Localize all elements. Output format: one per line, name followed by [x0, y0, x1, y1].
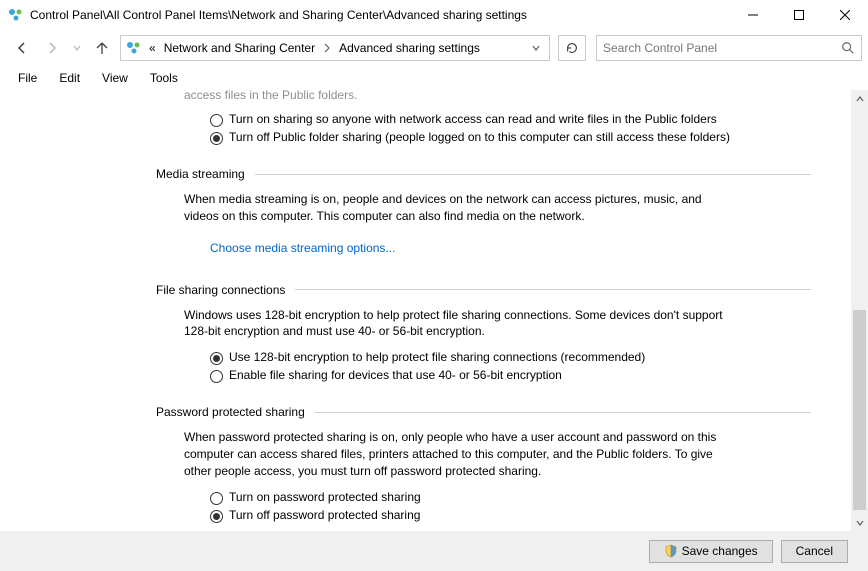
window-title: Control Panel\All Control Panel Items\Ne… — [30, 8, 527, 22]
menu-edit[interactable]: Edit — [49, 69, 90, 87]
address-dropdown-icon[interactable] — [527, 43, 545, 53]
truncated-text: access files in the Public folders. — [184, 90, 811, 102]
divider — [315, 412, 811, 413]
radio-icon[interactable] — [210, 352, 223, 365]
nav-row: « Network and Sharing Center Advanced sh… — [0, 30, 868, 66]
address-bar[interactable]: « Network and Sharing Center Advanced sh… — [120, 35, 550, 61]
password-sharing-on-option[interactable]: Turn on password protected sharing — [210, 490, 750, 505]
window-controls — [730, 0, 868, 30]
content-area: access files in the Public folders. Turn… — [0, 90, 868, 531]
media-streaming-options-link[interactable]: Choose media streaming options... — [210, 241, 395, 255]
radio-icon[interactable] — [210, 132, 223, 145]
back-button[interactable] — [10, 36, 34, 60]
section-title: File sharing connections — [156, 283, 285, 297]
radio-icon[interactable] — [210, 370, 223, 383]
media-streaming-desc: When media streaming is on, people and d… — [184, 191, 724, 225]
minimize-button[interactable] — [730, 0, 776, 30]
radio-icon[interactable] — [210, 114, 223, 127]
breadcrumb-part[interactable]: Advanced sharing settings — [337, 41, 482, 55]
public-sharing-on-option[interactable]: Turn on sharing so anyone with network a… — [210, 112, 750, 127]
radio-icon[interactable] — [210, 492, 223, 505]
up-button[interactable] — [90, 36, 114, 60]
save-changes-button[interactable]: Save changes — [649, 540, 773, 563]
public-sharing-off-option[interactable]: Turn off Public folder sharing (people l… — [210, 130, 750, 145]
footer: Save changes Cancel — [0, 531, 868, 571]
breadcrumb-prefix[interactable]: « — [147, 41, 158, 55]
radio-icon[interactable] — [210, 510, 223, 523]
divider — [295, 289, 811, 290]
refresh-button[interactable] — [558, 35, 586, 61]
radio-label: Turn off password protected sharing — [229, 508, 420, 522]
radio-label: Use 128-bit encryption to help protect f… — [229, 350, 645, 364]
search-icon[interactable] — [841, 41, 855, 55]
titlebar: Control Panel\All Control Panel Items\Ne… — [0, 0, 868, 30]
menu-file[interactable]: File — [8, 69, 47, 87]
media-streaming-header: Media streaming — [156, 167, 811, 181]
network-sharing-icon — [125, 39, 143, 57]
password-sharing-off-option[interactable]: Turn off password protected sharing — [210, 508, 750, 523]
maximize-button[interactable] — [776, 0, 822, 30]
chevron-right-icon[interactable] — [321, 43, 333, 53]
password-desc: When password protected sharing is on, o… — [184, 429, 724, 479]
menu-tools[interactable]: Tools — [140, 69, 188, 87]
menu-view[interactable]: View — [92, 69, 138, 87]
button-label: Cancel — [796, 544, 833, 558]
menu-bar: File Edit View Tools — [0, 66, 868, 90]
close-button[interactable] — [822, 0, 868, 30]
radio-label: Turn on sharing so anyone with network a… — [229, 112, 717, 126]
search-box[interactable] — [596, 35, 862, 61]
settings-panel: access files in the Public folders. Turn… — [0, 90, 851, 531]
password-protected-sharing-header: Password protected sharing — [156, 405, 811, 419]
shield-icon — [664, 544, 678, 558]
network-sharing-icon — [8, 7, 24, 23]
forward-button[interactable] — [40, 36, 64, 60]
encryption-128bit-option[interactable]: Use 128-bit encryption to help protect f… — [210, 350, 750, 365]
divider — [255, 174, 811, 175]
section-title: Media streaming — [156, 167, 245, 181]
cancel-button[interactable]: Cancel — [781, 540, 848, 563]
radio-label: Turn off Public folder sharing (people l… — [229, 130, 730, 144]
encryption-4056bit-option[interactable]: Enable file sharing for devices that use… — [210, 368, 750, 383]
recent-locations-dropdown[interactable] — [70, 36, 84, 60]
scroll-up-icon[interactable] — [851, 90, 868, 107]
button-label: Save changes — [682, 544, 758, 558]
file-sharing-connections-header: File sharing connections — [156, 283, 811, 297]
breadcrumb-part[interactable]: Network and Sharing Center — [162, 41, 317, 55]
section-title: Password protected sharing — [156, 405, 305, 419]
search-input[interactable] — [603, 41, 841, 55]
encryption-desc: Windows uses 128-bit encryption to help … — [184, 307, 724, 341]
scroll-down-icon[interactable] — [851, 514, 868, 531]
vertical-scrollbar[interactable] — [851, 90, 868, 531]
scrollbar-thumb[interactable] — [853, 310, 866, 510]
radio-label: Enable file sharing for devices that use… — [229, 368, 562, 382]
radio-label: Turn on password protected sharing — [229, 490, 421, 504]
